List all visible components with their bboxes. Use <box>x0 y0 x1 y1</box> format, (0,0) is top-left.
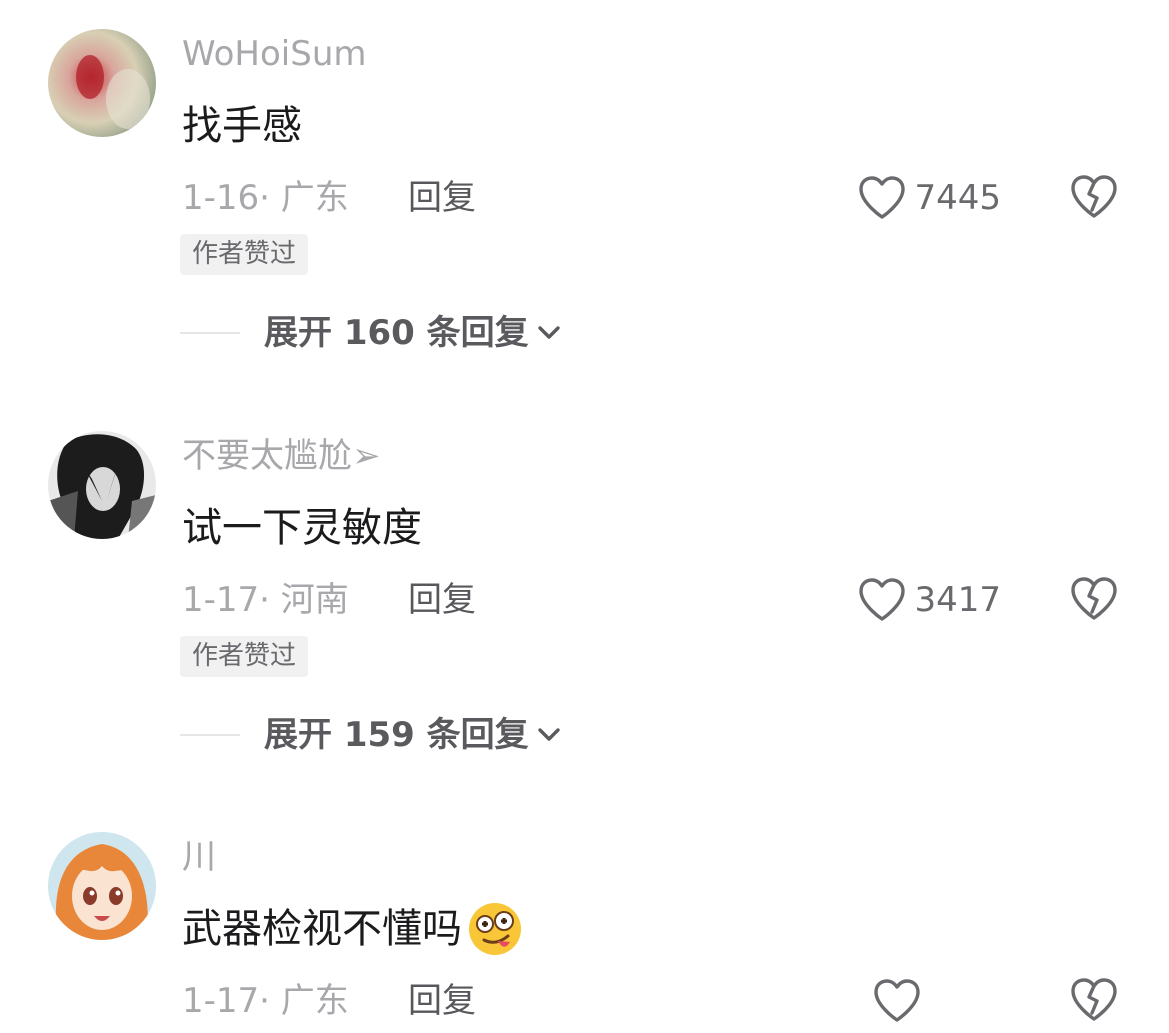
avatar[interactable] <box>48 431 156 539</box>
comment-item: WoHoiSum 找手感 1-16· 广东 回复 7445 作者赞过 展开 16… <box>0 0 1169 403</box>
meta-separator: · <box>259 178 270 218</box>
like-button[interactable]: 3417 <box>858 576 1001 624</box>
comment-location: 广东 <box>280 981 349 1021</box>
comment-date: 1-16 <box>182 178 260 218</box>
expand-replies-label: 展开 159 条回复 <box>264 715 529 755</box>
like-count: 7445 <box>914 178 1001 218</box>
author-liked-badge: 作者赞过 <box>180 234 309 275</box>
username[interactable]: WoHoiSum <box>182 31 367 77</box>
comment-meta: 1-17· 广东 <box>182 977 349 1025</box>
divider-line <box>180 332 240 334</box>
chevron-down-icon <box>537 325 561 341</box>
heart-outline-icon <box>873 978 921 1024</box>
comment-text-body: 找手感 <box>182 103 302 149</box>
avatar[interactable] <box>48 832 156 940</box>
comment-location: 河南 <box>280 580 349 620</box>
comment-text: 武器检视不懂吗 <box>182 901 524 957</box>
like-count: 3417 <box>914 580 1001 620</box>
divider-line <box>180 734 240 736</box>
comment-item: 不要太尴尬➢ 试一下灵敏度 1-17· 河南 回复 3417 作者赞过 展开 1… <box>0 402 1169 805</box>
meta-separator: · <box>259 981 270 1021</box>
comment-text-body: 武器检视不懂吗 <box>182 906 462 952</box>
reply-button[interactable]: 回复 <box>408 576 476 624</box>
meta-separator: · <box>259 580 270 620</box>
broken-heart-icon[interactable] <box>1070 977 1118 1023</box>
comment-list: WoHoiSum 找手感 1-16· 广东 回复 7445 作者赞过 展开 16… <box>0 0 1169 1033</box>
username[interactable]: 川 <box>182 834 216 880</box>
comment-item: 川 武器检视不懂吗 1-17· 广东 回复 <box>0 803 1169 1033</box>
author-liked-badge: 作者赞过 <box>180 636 309 677</box>
heart-outline-icon <box>858 577 906 623</box>
expand-replies-button[interactable]: 展开 159 条回复 <box>180 710 561 760</box>
chevron-down-icon <box>537 727 561 743</box>
reply-button[interactable]: 回复 <box>408 174 476 222</box>
comment-meta: 1-17· 河南 <box>182 576 349 624</box>
like-button[interactable] <box>873 977 921 1025</box>
like-button[interactable]: 7445 <box>858 174 1001 222</box>
avatar[interactable] <box>48 29 156 137</box>
broken-heart-icon[interactable] <box>1070 576 1118 622</box>
comment-text-body: 试一下灵敏度 <box>182 505 422 551</box>
heart-outline-icon <box>858 175 906 221</box>
reply-button[interactable]: 回复 <box>408 977 476 1025</box>
comment-location: 广东 <box>280 178 349 218</box>
broken-heart-icon[interactable] <box>1070 174 1118 220</box>
comment-text: 找手感 <box>182 98 302 154</box>
username[interactable]: 不要太尴尬➢ <box>182 433 381 479</box>
comment-date: 1-17 <box>182 580 260 620</box>
expand-replies-label: 展开 160 条回复 <box>264 313 529 353</box>
expand-replies-button[interactable]: 展开 160 条回复 <box>180 308 561 358</box>
comment-date: 1-17 <box>182 981 260 1021</box>
comment-meta: 1-16· 广东 <box>182 174 349 222</box>
comment-text: 试一下灵敏度 <box>182 500 422 556</box>
drooling-face-emoji-icon <box>466 900 524 958</box>
